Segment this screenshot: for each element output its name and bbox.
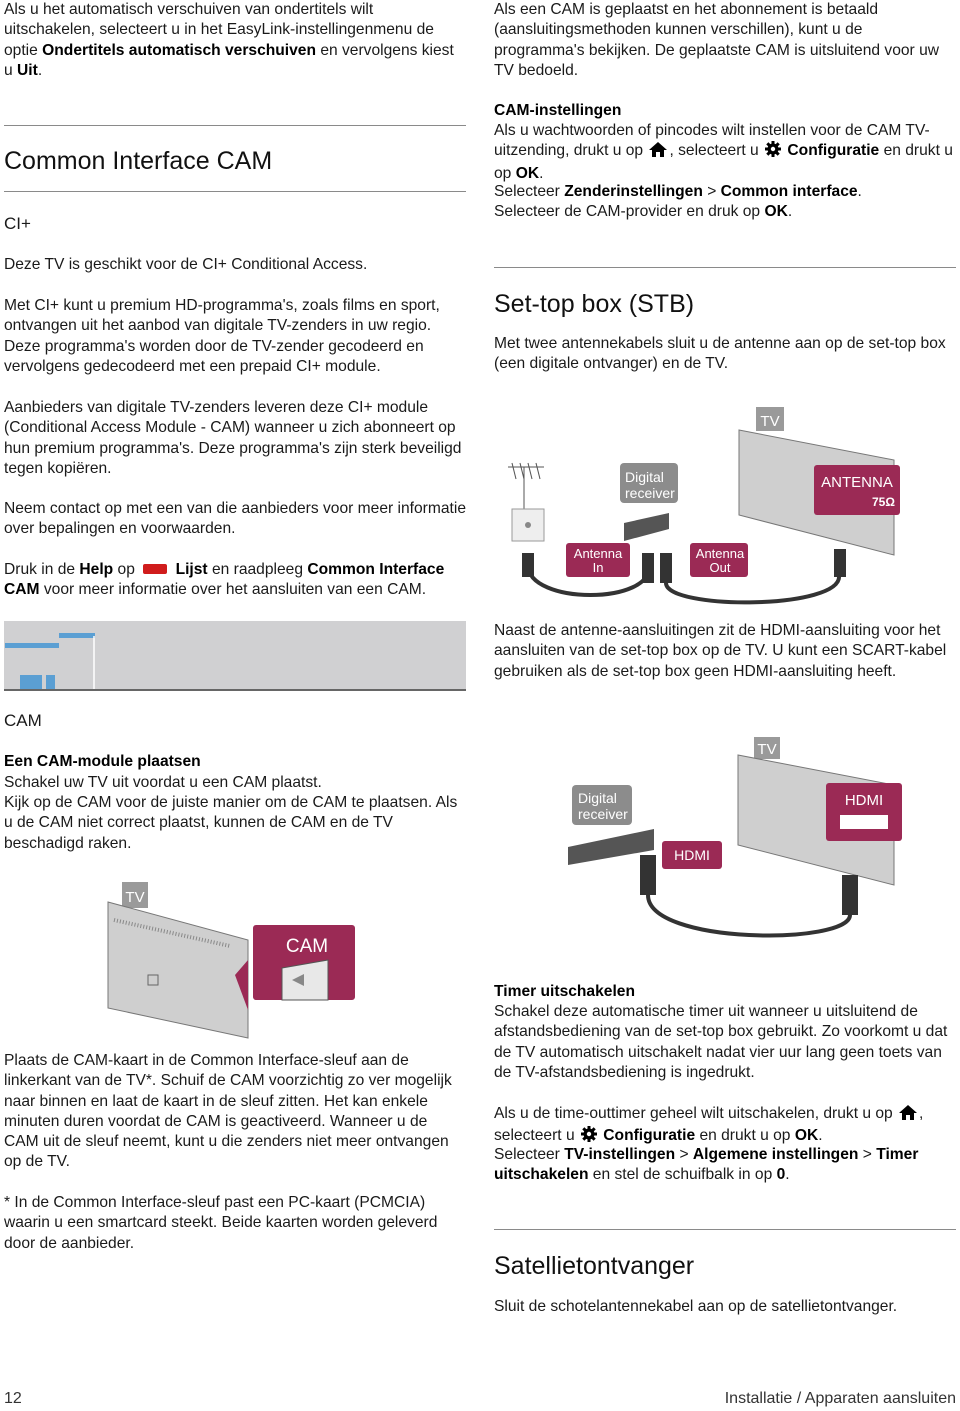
text-run: Selecteer de CAM-provider en druk op (494, 203, 765, 220)
svg-text:HDMI: HDMI (674, 847, 710, 863)
svg-text:CAM: CAM (286, 936, 328, 957)
subsection-title: CAM (4, 711, 42, 730)
bold-term: OK (515, 164, 540, 182)
red-button-icon (143, 564, 168, 574)
svg-text:Digital: Digital (625, 469, 664, 485)
svg-text:TV: TV (760, 413, 779, 430)
section-heading: Set-top box (STB) (494, 290, 695, 318)
text-run: . (37, 61, 43, 79)
paragraph: Selecteer TV-instellingen > Algemene ins… (494, 1145, 956, 1186)
bold-term: Common interface (720, 183, 858, 200)
svg-text:Digital: Digital (578, 790, 617, 806)
bold-term: Uit (17, 61, 38, 79)
subsection-title: CI+ (4, 214, 31, 233)
manual-page: Als u het automatisch verschuiven van on… (0, 0, 960, 1411)
home-icon (649, 142, 668, 163)
paragraph: Als u wachtwoorden of pincodes wilt inst… (494, 121, 956, 184)
text-run: > (702, 183, 721, 200)
footer-section-title: Installatie / Apparaten aansluiten (724, 1390, 956, 1407)
gear-icon (765, 141, 782, 163)
svg-text:Out: Out (710, 560, 731, 575)
bold-term: OK (764, 203, 788, 220)
text-run: . (857, 183, 862, 200)
paragraph: Als een CAM is geplaatst en het abonneme… (494, 1, 940, 79)
svg-text:receiver: receiver (625, 485, 675, 501)
bold-term: Zenderinstellingen (564, 183, 703, 200)
text-run: en raadpleeg (207, 561, 308, 578)
bold-term: OK (794, 1127, 819, 1145)
paragraph: Aanbieders van digitale TV-zenders lever… (4, 399, 462, 477)
text-run: Als u de time-outtimer geheel wilt uitsc… (494, 1105, 898, 1122)
svg-text:HDMI: HDMI (845, 792, 883, 809)
text-run: Druk in de (4, 561, 80, 578)
paragraph: Plaats de CAM-kaart in de Common Interfa… (4, 1052, 452, 1171)
paragraph: Als u de time-outtimer geheel wilt uitsc… (494, 1104, 956, 1149)
bold-term: Configuratie (787, 142, 880, 160)
text-run: , selecteert u (669, 142, 764, 160)
help-paragraph: Druk in de Help op Lijst en raadpleeg Co… (4, 560, 466, 601)
paragraph: Schakel deze automatische timer uit wann… (494, 1003, 948, 1081)
bold-term: 0 (776, 1166, 786, 1184)
text-run: . (787, 203, 793, 220)
svg-text:TV: TV (125, 889, 144, 906)
cam-banner-image (4, 621, 466, 691)
paragraph: Schakel uw TV uit voordat u een CAM plaa… (4, 774, 322, 791)
text-run: voor meer informatie over het aansluiten… (39, 581, 427, 599)
antenna-connection-illustration: Digital receiver Antenna In Antenna Out … (508, 407, 900, 605)
bold-term: Ondertitels automatisch verschuiven (42, 41, 316, 59)
bold-term: Algemene instellingen (692, 1146, 859, 1163)
svg-text:Antenna: Antenna (696, 546, 745, 561)
paragraph: Kijk op de CAM voor de juiste manier om … (4, 794, 458, 852)
paragraph: Deze TV is geschikt voor de CI+ Conditio… (4, 256, 368, 273)
bold-term: Configuratie (603, 1127, 696, 1145)
hdmi-connection-illustration: TV HDMI Digital receiver HDMI (568, 737, 902, 938)
paragraph: Selecteer de CAM-provider en druk op OK. (494, 202, 956, 222)
paragraph: Sluit de schotelantennekabel aan op de s… (494, 1298, 898, 1315)
svg-text:75Ω: 75Ω (872, 495, 895, 509)
footnote: * In de Common Interface-sleuf past een … (4, 1194, 438, 1252)
subheading: Een CAM-module plaatsen (4, 753, 201, 770)
bold-term: TV-instellingen (564, 1146, 676, 1163)
svg-text:TV: TV (757, 741, 776, 758)
section-divider (494, 267, 956, 268)
text-run: . (785, 1166, 790, 1184)
cam-insertion-illustration: TV CAM (107, 882, 355, 1039)
bold-term: Help (79, 561, 114, 578)
text-run: en stel de schuifbalk in op (588, 1166, 777, 1184)
partial-illustration (5, 633, 95, 689)
text-run: Selecteer (494, 183, 565, 200)
subheading: Timer uitschakelen (494, 983, 635, 1000)
paragraph: Naast de antenne-aansluitingen zit de HD… (494, 622, 947, 680)
text-run: op (113, 561, 140, 578)
section-heading: Satellietontvanger (494, 1252, 695, 1280)
paragraph: Neem contact op met een van die aanbiede… (4, 500, 466, 538)
subheading: CAM-instellingen (494, 102, 622, 119)
paragraph: Met CI+ kunt u premium HD-programma's, z… (4, 297, 440, 375)
text-run: . (539, 164, 544, 182)
section-divider (4, 191, 466, 192)
bold-term: Lijst (175, 561, 208, 578)
section-divider (494, 1229, 956, 1230)
paragraph: Met twee antennekabels sluit u de antenn… (494, 335, 946, 373)
svg-text:Antenna: Antenna (574, 546, 623, 561)
intro-paragraph: Als u het automatisch verschuiven van on… (4, 0, 466, 81)
section-divider (4, 125, 466, 126)
svg-text:In: In (593, 560, 604, 575)
page-number: 12 (4, 1390, 22, 1407)
svg-text:ANTENNA: ANTENNA (821, 474, 893, 491)
text-run: en drukt u op (695, 1127, 795, 1145)
section-heading: Common Interface CAM (4, 147, 273, 175)
home-icon (899, 1105, 918, 1126)
text-run: Selecteer (494, 1146, 565, 1163)
paragraph: Selecteer Zenderinstellingen > Common in… (494, 182, 956, 202)
text-run: . (818, 1127, 823, 1145)
text-run: > (858, 1146, 877, 1163)
svg-text:receiver: receiver (578, 806, 628, 822)
text-run: > (675, 1146, 693, 1163)
